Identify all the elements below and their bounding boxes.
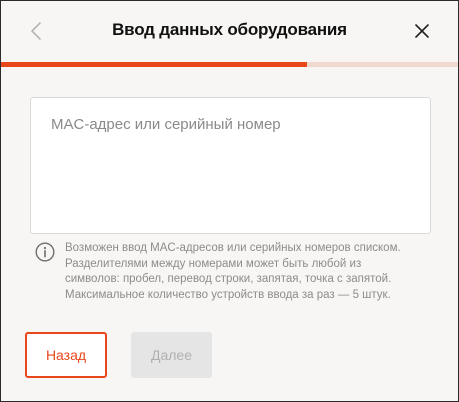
hint-line: Максимальное количество устройств ввода … (65, 288, 391, 301)
close-button[interactable] (410, 19, 434, 43)
mac-serial-input-wrapper (30, 97, 431, 234)
mac-serial-input[interactable] (31, 98, 430, 233)
equipment-input-dialog: Ввод данных оборудования Возможен ввод M… (0, 0, 459, 402)
progress-bar-fill (1, 62, 308, 67)
info-icon (35, 242, 55, 262)
hint-line: Разделителями между номерами может быть … (65, 257, 362, 270)
hint-line: символов: пробел, перевод строки, запята… (65, 273, 392, 285)
dialog-header: Ввод данных оборудования (1, 1, 458, 62)
hint-line: Возможен ввод MAC-адресов или серийных н… (65, 242, 401, 254)
back-button[interactable]: Назад (25, 332, 107, 378)
dialog-title: Ввод данных оборудования (112, 20, 347, 39)
close-icon (415, 24, 429, 38)
progress-bar (1, 62, 458, 67)
hint-text: Возможен ввод MAC-адресов или серийных н… (65, 241, 435, 303)
next-button[interactable]: Далее (131, 332, 212, 378)
